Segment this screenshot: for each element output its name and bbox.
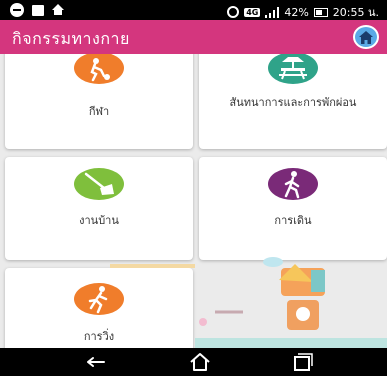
home-button[interactable] xyxy=(353,25,379,49)
broom-icon xyxy=(74,168,124,200)
back-icon[interactable] xyxy=(84,352,108,372)
page-title: กิจกรรมทางกาย xyxy=(12,29,130,48)
card-housework[interactable]: งานบ้าน xyxy=(5,157,193,260)
card-walking-label: การเดิน xyxy=(274,214,312,227)
location-icon xyxy=(227,6,240,18)
signal-icon xyxy=(265,6,280,18)
card-housework-label: งานบ้าน xyxy=(79,214,119,227)
decor-strip xyxy=(110,264,195,268)
nav-bar xyxy=(0,348,387,376)
image-notification-icon xyxy=(32,4,44,16)
status-bar: 4G 42% 20:55 น. xyxy=(0,0,387,20)
card-running-label: การวิ่ง xyxy=(83,330,115,343)
card-sports-label: กีฬา xyxy=(88,105,110,118)
messenger-icon xyxy=(10,3,24,17)
battery-percent: 42% xyxy=(284,5,309,19)
status-left-icons xyxy=(10,3,64,17)
app-bar: กิจกรรมทางกาย xyxy=(0,20,387,54)
home-icon xyxy=(359,31,373,44)
network-badge: 4G xyxy=(244,7,261,17)
card-recreation[interactable]: สันทนาการและการพักผ่อน xyxy=(199,54,387,149)
home-notification-icon xyxy=(52,4,64,15)
clock: 20:55 น. xyxy=(332,6,379,19)
walking-icon xyxy=(268,168,318,200)
soccer-icon xyxy=(74,54,124,84)
battery-icon xyxy=(313,7,328,17)
food-scale-illustration xyxy=(195,257,387,348)
picnic-table-icon xyxy=(268,54,318,84)
running-icon xyxy=(74,283,124,315)
card-walking[interactable]: การเดิน xyxy=(199,157,387,260)
status-right-icons: 4G 42% 20:55 น. xyxy=(227,3,379,21)
card-running[interactable]: การวิ่ง xyxy=(5,268,193,348)
activity-grid: กีฬา สันทนาการและการพักผ่อน งานบ้าน การเ… xyxy=(0,54,387,348)
home-icon[interactable] xyxy=(188,352,212,372)
recent-apps-icon[interactable] xyxy=(290,352,314,372)
card-recreation-label: สันทนาการและการพักผ่อน xyxy=(229,96,357,109)
card-sports[interactable]: กีฬา xyxy=(5,54,193,149)
